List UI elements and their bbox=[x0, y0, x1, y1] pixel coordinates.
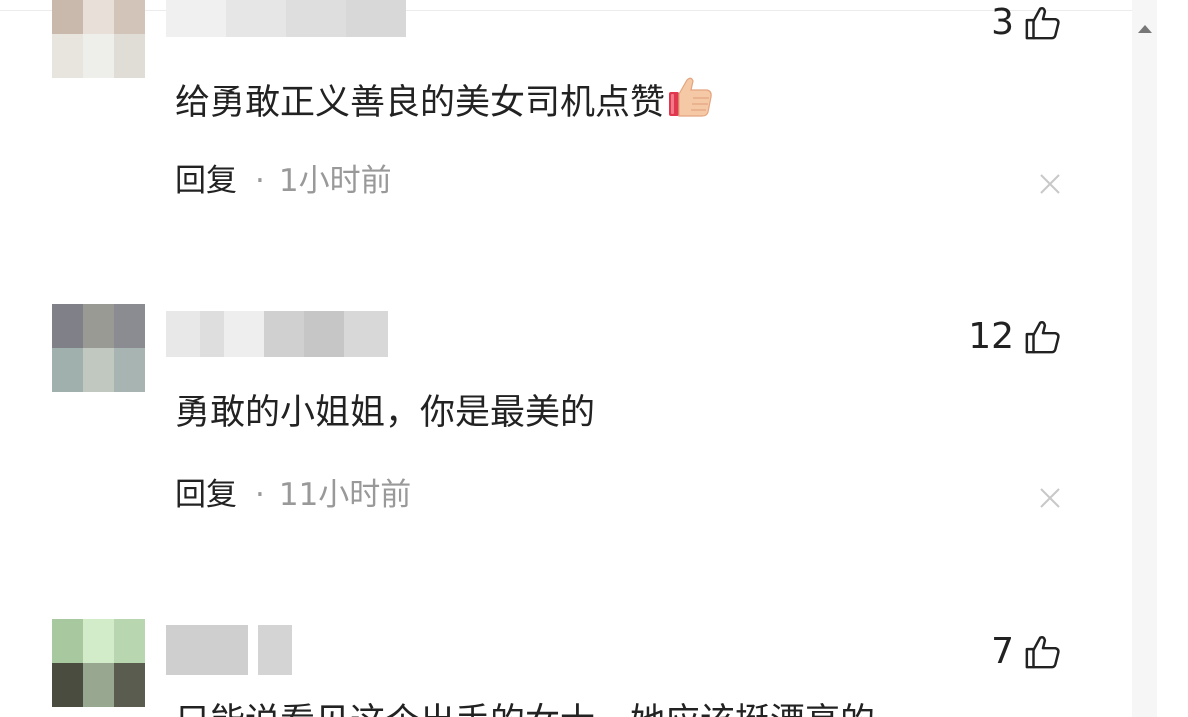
like-group[interactable]: 7 bbox=[991, 633, 1062, 671]
comment-item: 7 只能说看见这个出手的女士，她应该挺漂亮的 bbox=[0, 615, 1130, 717]
scrollbar-track[interactable] bbox=[1132, 0, 1157, 717]
close-icon[interactable] bbox=[1038, 486, 1062, 510]
comment-time: 11小时前 bbox=[278, 477, 412, 513]
comment-text: 勇敢的小姐姐，你是最美的 bbox=[175, 393, 596, 433]
thumbs-up-outline-icon[interactable] bbox=[1024, 4, 1062, 42]
username-blurred[interactable] bbox=[166, 311, 388, 357]
comment-text-content: 给勇敢正义善良的美女司机点赞 bbox=[175, 83, 666, 123]
comment-item: 12 勇敢的小姐姐，你是最美的 回复 · 11小时前 bbox=[0, 300, 1130, 600]
reply-button[interactable]: 回复 bbox=[175, 166, 237, 197]
thumbs-up-emoji bbox=[669, 77, 712, 117]
meta-separator: · bbox=[255, 163, 265, 199]
avatar[interactable] bbox=[52, 304, 145, 392]
like-count: 12 bbox=[968, 316, 1014, 357]
like-count: 7 bbox=[991, 631, 1014, 672]
comment-text: 给勇敢正义善良的美女司机点赞 bbox=[175, 72, 715, 124]
like-count: 3 bbox=[991, 2, 1014, 43]
avatar[interactable] bbox=[52, 0, 145, 78]
username-blurred[interactable] bbox=[166, 625, 292, 675]
like-group[interactable]: 3 bbox=[991, 4, 1062, 42]
close-icon[interactable] bbox=[1038, 172, 1062, 196]
comment-item: 3 给勇敢正义善良的美女司机点赞 回复 · 1小时前 bbox=[0, 0, 1130, 260]
comment-time: 1小时前 bbox=[278, 163, 392, 199]
scroll-up-arrow-icon[interactable] bbox=[1138, 25, 1152, 33]
thumbs-up-outline-icon[interactable] bbox=[1024, 318, 1062, 356]
like-group[interactable]: 12 bbox=[968, 318, 1062, 356]
thumbs-up-outline-icon[interactable] bbox=[1024, 633, 1062, 671]
meta-separator: · bbox=[255, 477, 265, 513]
comment-meta: 回复 · 1小时前 bbox=[175, 166, 392, 197]
comment-meta: 回复 · 11小时前 bbox=[175, 480, 411, 511]
comment-text: 只能说看见这个出手的女士，她应该挺漂亮的 bbox=[175, 701, 875, 717]
avatar[interactable] bbox=[52, 619, 145, 707]
username-blurred[interactable] bbox=[166, 0, 406, 37]
reply-button[interactable]: 回复 bbox=[175, 480, 237, 511]
